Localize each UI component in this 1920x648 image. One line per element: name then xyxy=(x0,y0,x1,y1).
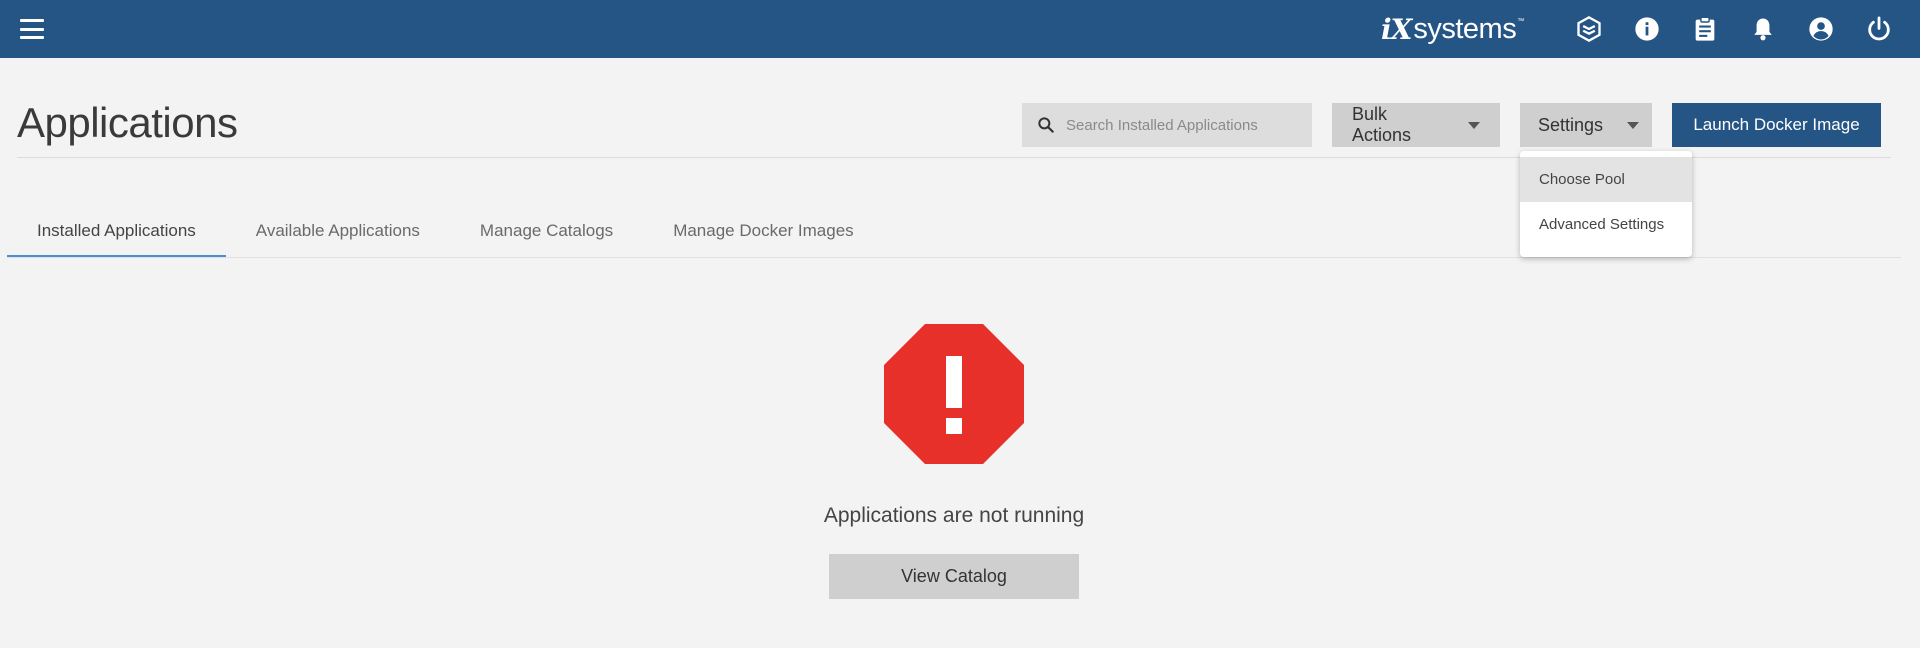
search-box[interactable] xyxy=(1022,103,1312,147)
menu-icon[interactable] xyxy=(20,19,44,39)
view-catalog-button[interactable]: View Catalog xyxy=(829,554,1079,599)
menu-item-advanced-settings[interactable]: Advanced Settings xyxy=(1520,202,1692,247)
tab-manage-docker-images[interactable]: Manage Docker Images xyxy=(643,203,883,258)
settings-label: Settings xyxy=(1538,114,1604,135)
settings-button[interactable]: Settings xyxy=(1520,103,1652,147)
info-icon[interactable] xyxy=(1618,0,1676,58)
search-icon xyxy=(1038,117,1054,133)
bell-icon[interactable] xyxy=(1734,0,1792,58)
search-input[interactable] xyxy=(1066,116,1306,134)
truecommand-icon[interactable] xyxy=(1560,0,1618,58)
tab-installed-applications[interactable]: Installed Applications xyxy=(7,203,226,258)
caret-down-icon xyxy=(1468,121,1480,129)
clipboard-icon[interactable] xyxy=(1676,0,1734,58)
top-bar: iX systems ™ xyxy=(0,0,1920,58)
power-icon[interactable] xyxy=(1850,0,1908,58)
account-icon[interactable] xyxy=(1792,0,1850,58)
top-bar-actions xyxy=(1560,0,1908,58)
brand-mark: iX xyxy=(1381,12,1412,46)
settings-dropdown-menu: Choose Pool Advanced Settings xyxy=(1520,151,1692,257)
tab-manage-catalogs[interactable]: Manage Catalogs xyxy=(450,203,643,258)
bulk-actions-button[interactable]: Bulk Actions xyxy=(1332,103,1500,147)
tabs-divider xyxy=(7,257,1901,258)
tab-available-applications[interactable]: Available Applications xyxy=(226,203,450,258)
launch-docker-image-button[interactable]: Launch Docker Image xyxy=(1672,103,1881,147)
brand-logo[interactable]: iX systems ™ xyxy=(1381,12,1524,46)
caret-down-icon xyxy=(1627,121,1640,129)
brand-trademark: ™ xyxy=(1517,18,1525,25)
menu-item-choose-pool[interactable]: Choose Pool xyxy=(1520,157,1692,202)
empty-state-message: Applications are not running xyxy=(823,504,1085,527)
error-octagon-icon xyxy=(884,324,1024,464)
tab-bar: Installed Applications Available Applica… xyxy=(7,203,884,258)
brand-name: systems xyxy=(1413,12,1517,45)
page-title: Applications xyxy=(17,99,238,146)
bulk-actions-label: Bulk Actions xyxy=(1352,104,1412,145)
